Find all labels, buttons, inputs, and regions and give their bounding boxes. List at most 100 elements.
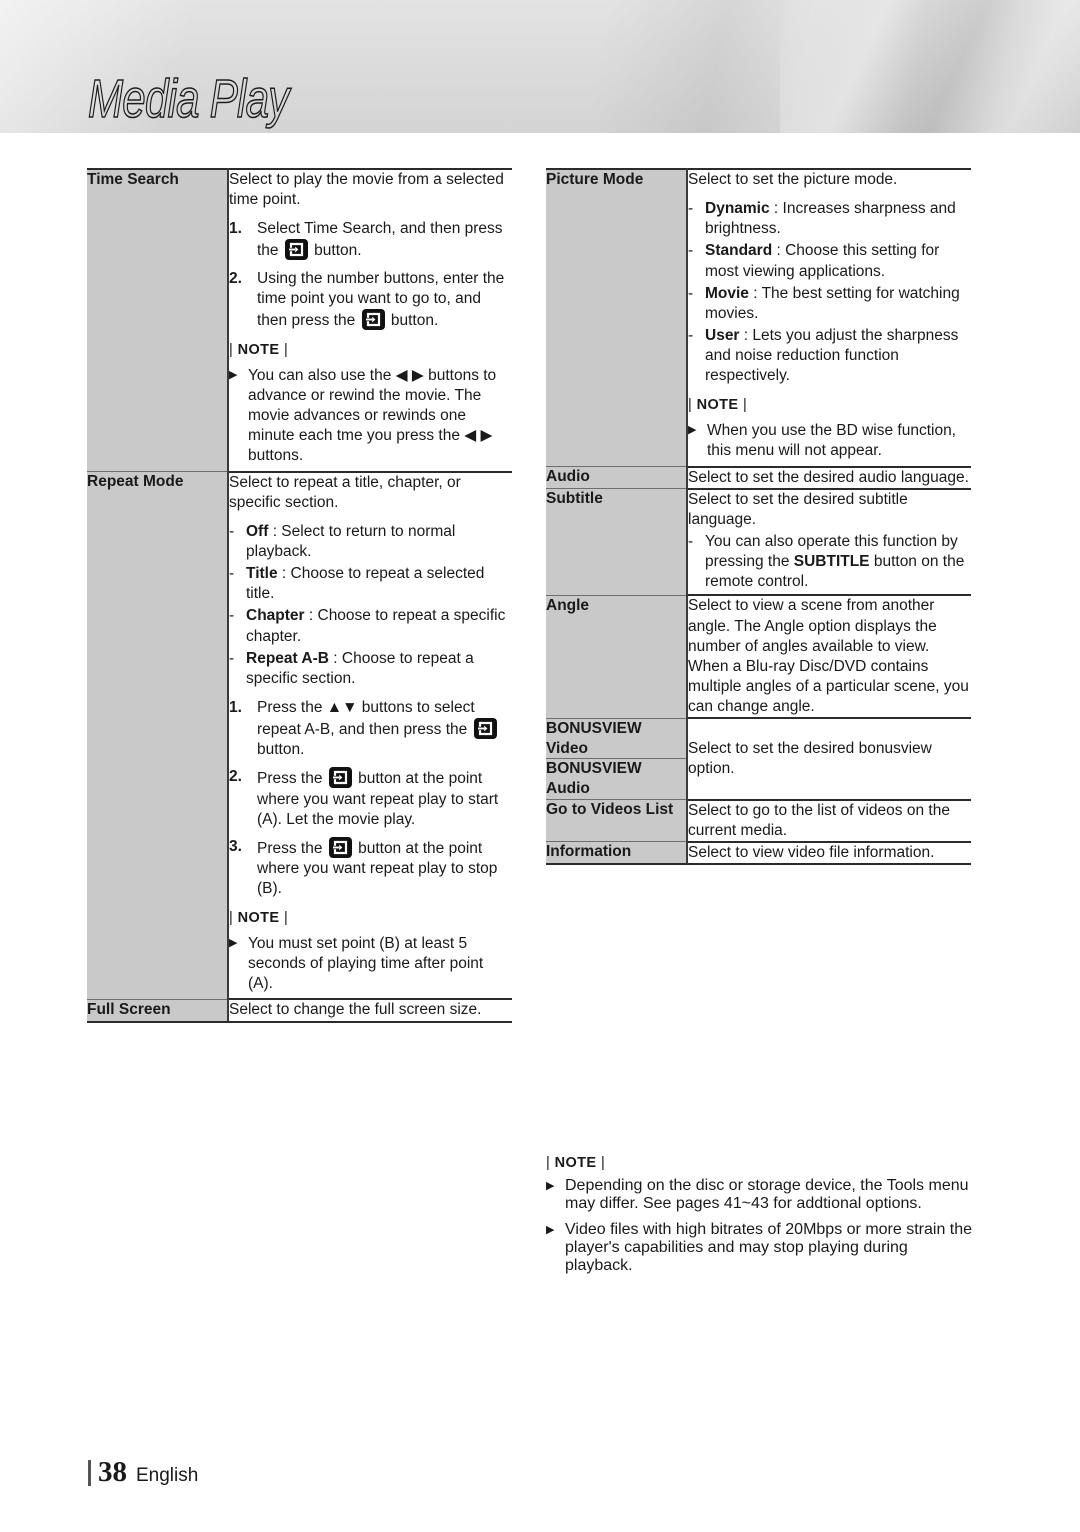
row-label-picture-mode: Picture Mode bbox=[546, 168, 688, 467]
note-bullet: ▶ You must set point (B) at least 5 seco… bbox=[229, 934, 512, 994]
row-desc-picture-mode: Select to set the picture mode. - Dynami… bbox=[687, 168, 971, 467]
note-heading: | NOTE | bbox=[229, 341, 289, 358]
step-number: 2. bbox=[229, 269, 242, 287]
dash-option: - Repeat A-B : Choose to repeat a specif… bbox=[229, 649, 512, 689]
enter-key-icon bbox=[328, 767, 352, 789]
table-row: Information Select to view video file in… bbox=[546, 840, 971, 865]
dash-marker: - bbox=[229, 522, 235, 540]
table-row: Angle Select to view a scene from anothe… bbox=[546, 594, 971, 719]
page-title: Media Play bbox=[87, 69, 290, 129]
row-desc-full-screen: Select to change the full screen size. bbox=[228, 998, 512, 1023]
row-label-repeat-mode: Repeat Mode bbox=[87, 471, 229, 1000]
desc-paragraph: Select to play the movie from a selected… bbox=[229, 171, 504, 209]
triangle-right-icon: ▶ bbox=[688, 424, 697, 437]
note-heading: | NOTE | bbox=[688, 397, 748, 414]
page-number: 38 bbox=[98, 1456, 127, 1488]
dash-marker: - bbox=[229, 565, 235, 583]
row-desc-repeat-mode: Select to repeat a title, chapter, or sp… bbox=[228, 470, 512, 1000]
table-row: Repeat Mode Select to repeat a title, ch… bbox=[87, 470, 512, 1000]
row-label-full-screen: Full Screen bbox=[87, 998, 229, 1023]
dash-marker: - bbox=[229, 607, 235, 625]
table-row: Go to Videos List Select to go to the li… bbox=[546, 798, 971, 842]
tools-options-table-right: Picture Mode Select to set the picture m… bbox=[546, 168, 971, 865]
table-row: Picture Mode Select to set the picture m… bbox=[546, 168, 971, 467]
desc-paragraph: Select to change the full screen size. bbox=[229, 1001, 482, 1019]
note-bullet: ▶ Video files with high bitrates of 20Mb… bbox=[546, 1221, 976, 1275]
row-desc-bonusview: Select to set the desired bonusview opti… bbox=[687, 717, 971, 800]
footer-rule bbox=[88, 1459, 91, 1486]
step-number: 1. bbox=[229, 220, 242, 238]
desc-paragraph: Select to view video file information. bbox=[688, 843, 935, 861]
numbered-step: 1. Press the ▲▼ buttons to select repeat… bbox=[229, 698, 512, 760]
row-label-bonusview-video: BONUSVIEW Video bbox=[546, 717, 688, 759]
row-label-information: Information bbox=[546, 841, 688, 865]
note-heading: | NOTE | bbox=[546, 1155, 606, 1171]
triangle-right-icon: ▶ bbox=[546, 1180, 555, 1192]
triangle-right-icon: ▶ bbox=[229, 937, 238, 950]
desc-paragraph: Select to go to the list of videos on th… bbox=[688, 801, 950, 839]
dash-option: - User : Lets you adjust the sharpness a… bbox=[688, 326, 971, 386]
desc-paragraph: Select to view a scene from another angl… bbox=[688, 597, 969, 716]
step-text: Using the number buttons, enter the time… bbox=[257, 269, 505, 330]
row-label-line2: Audio bbox=[546, 780, 590, 798]
row-desc-angle: Select to view a scene from another angl… bbox=[687, 594, 971, 719]
dash-option: - Movie : The best setting for watching … bbox=[688, 284, 971, 324]
desc-paragraph: Select to repeat a title, chapter, or sp… bbox=[229, 473, 461, 511]
row-desc-time-search: Select to play the movie from a selected… bbox=[228, 168, 512, 472]
numbered-step: 3. Press the button at the point where y… bbox=[229, 836, 512, 899]
desc-paragraph: Select to set the desired subtitle langu… bbox=[688, 490, 908, 528]
table-row: BONUSVIEW Video Select to set the desire… bbox=[546, 717, 971, 800]
dash-option: - Dynamic : Increases sharpness and brig… bbox=[688, 199, 971, 239]
dash-option: - Title : Choose to repeat a selected ti… bbox=[229, 564, 512, 604]
triangle-right-icon: ▶ bbox=[229, 368, 238, 381]
row-label-time-search: Time Search bbox=[87, 168, 229, 472]
enter-key-icon bbox=[473, 718, 497, 740]
step-number: 1. bbox=[229, 698, 242, 716]
dash-option-text: You can also operate this function by pr… bbox=[705, 532, 965, 591]
row-label-audio: Audio bbox=[546, 466, 688, 489]
tools-options-table-left: Time Search Select to play the movie fro… bbox=[87, 168, 512, 1023]
table-row: Full Screen Select to change the full sc… bbox=[87, 998, 512, 1023]
table-row: Audio Select to set the desired audio la… bbox=[546, 465, 971, 489]
dash-option-text: Standard : Choose this setting for most … bbox=[705, 242, 940, 280]
row-desc-information: Select to view video file information. bbox=[687, 840, 971, 865]
dash-marker: - bbox=[229, 649, 235, 667]
right-column: Picture Mode Select to set the picture m… bbox=[546, 168, 971, 865]
dash-option-text: Movie : The best setting for watching mo… bbox=[705, 284, 960, 322]
row-label-line1: BONUSVIEW bbox=[546, 760, 642, 778]
row-label-subtitle: Subtitle bbox=[546, 488, 688, 596]
note-bullet-text: When you use the BD wise function, this … bbox=[707, 422, 956, 460]
step-text: Press the ▲▼ buttons to select repeat A-… bbox=[257, 698, 512, 760]
row-label-go-to-videos-list: Go to Videos List bbox=[546, 799, 688, 842]
desc-paragraph: Select to set the desired audio language… bbox=[688, 468, 969, 486]
note-bullet-text: You must set point (B) at least 5 second… bbox=[248, 935, 484, 993]
row-desc-go-to-videos-list: Select to go to the list of videos on th… bbox=[687, 798, 971, 842]
page-footer: 38 English bbox=[88, 1458, 198, 1487]
row-label-angle: Angle bbox=[546, 594, 688, 719]
note-heading: | NOTE | bbox=[229, 910, 289, 927]
bottom-note-block: | NOTE | ▶ Depending on the disc or stor… bbox=[546, 1155, 976, 1279]
step-number: 3. bbox=[229, 837, 242, 855]
footer-language: English bbox=[136, 1465, 199, 1486]
note-bullet: ▶ You can also use the ◀ ▶ buttons to ad… bbox=[229, 366, 512, 467]
row-desc-subtitle: Select to set the desired subtitle langu… bbox=[687, 487, 971, 596]
row-label-line2: Video bbox=[546, 739, 588, 757]
step-text: Press the button at the point where you … bbox=[257, 836, 512, 899]
dash-marker: - bbox=[688, 532, 694, 550]
dash-option-text: User : Lets you adjust the sharpness and… bbox=[705, 326, 959, 385]
dash-marker: - bbox=[688, 284, 694, 302]
numbered-step: 2. Using the number buttons, enter the t… bbox=[229, 269, 512, 331]
step-number: 2. bbox=[229, 768, 242, 786]
dash-option: - Standard : Choose this setting for mos… bbox=[688, 241, 971, 281]
dash-option-text: Off : Select to return to normal playbac… bbox=[246, 522, 456, 560]
note-bullet-text: You can also use the ◀ ▶ buttons to adva… bbox=[248, 366, 497, 465]
note-bullet-text: Video files with high bitrates of 20Mbps… bbox=[565, 1221, 973, 1274]
triangle-right-icon: ▶ bbox=[546, 1224, 555, 1236]
enter-key-icon bbox=[284, 239, 308, 261]
enter-key-icon bbox=[328, 836, 352, 858]
note-bullet-text: Depending on the disc or storage device,… bbox=[565, 1177, 969, 1212]
dash-option: - Chapter : Choose to repeat a specific … bbox=[229, 606, 512, 646]
numbered-step: 1. Select Time Search, and then press th… bbox=[229, 219, 512, 261]
table-row: Time Search Select to play the movie fro… bbox=[87, 168, 512, 472]
step-text: Press the button at the point where you … bbox=[257, 767, 512, 829]
